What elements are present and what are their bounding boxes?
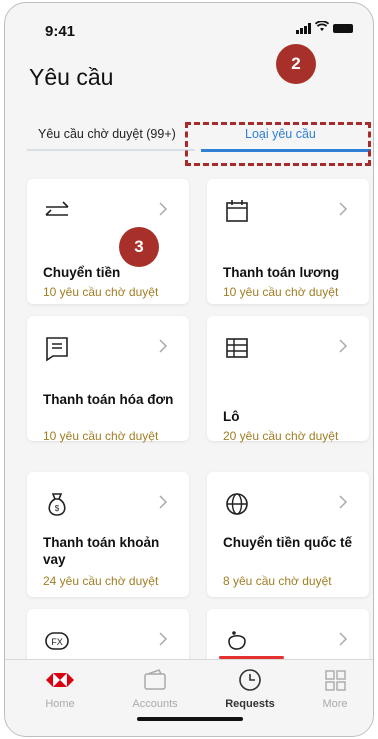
- wifi-icon: [314, 20, 330, 35]
- annotation-badge-3: 3: [119, 227, 159, 267]
- nav-more[interactable]: More: [300, 668, 370, 710]
- card-batch[interactable]: Lô 20 yêu cầu chờ duyệt: [207, 316, 369, 443]
- phone-frame: 9:41 Yêu cầu 2 Yêu cầu chờ duyệt (99+) L…: [4, 2, 374, 737]
- chevron-right-icon: [159, 339, 168, 353]
- annotation-dashed-box: [185, 122, 371, 166]
- nav-label: Accounts: [132, 698, 178, 710]
- globe-icon: [226, 493, 248, 515]
- card-title: Chuyển tiền quốc tế: [223, 535, 353, 550]
- chevron-right-icon: [339, 202, 348, 216]
- tab-underline: [27, 149, 195, 151]
- hsbc-logo-icon: [46, 673, 74, 687]
- card-transfer[interactable]: Chuyển tiền 10 yêu cầu chờ duyệt: [27, 179, 189, 304]
- annotation-badge-2: 2: [276, 44, 316, 84]
- tab-pending-requests[interactable]: Yêu cầu chờ duyệt (99+): [38, 127, 176, 141]
- card-title: Chuyển tiền: [43, 265, 121, 280]
- battery-icon: [333, 23, 353, 33]
- card-loan-payment[interactable]: $ Thanh toán khoản vay 24 yêu cầu chờ du…: [27, 472, 189, 597]
- nav-requests[interactable]: Requests: [215, 668, 285, 710]
- card-count: 8 yêu cầu chờ duyệt: [223, 574, 332, 588]
- card-count: 24 yêu cầu chờ duyệt: [43, 574, 159, 588]
- bottom-nav: Home Accounts Requests More: [5, 659, 373, 736]
- chevron-right-icon: [339, 495, 348, 509]
- status-bar: 9:41: [5, 3, 373, 53]
- nav-label: Home: [45, 698, 75, 710]
- page-title: Yêu cầu: [29, 64, 114, 90]
- fx-icon: FX: [45, 632, 69, 650]
- wallet-icon: [144, 669, 166, 690]
- card-count: 10 yêu cầu chờ duyệt: [43, 285, 159, 299]
- card-payroll[interactable]: Thanh toán lương 10 yêu cầu chờ duyệt: [207, 179, 369, 304]
- transfer-arrows-icon: [45, 201, 69, 216]
- grid-icon: [325, 670, 346, 691]
- chevron-right-icon: [339, 632, 348, 646]
- nav-accounts[interactable]: Accounts: [120, 668, 190, 710]
- card-international-transfer[interactable]: Chuyển tiền quốc tế 8 yêu cầu chờ duyệt: [207, 472, 369, 597]
- system-icons: [296, 20, 353, 35]
- card-count: 10 yêu cầu chờ duyệt: [43, 429, 159, 443]
- card-title: Lô: [223, 409, 240, 424]
- clock-icon: [239, 669, 261, 691]
- status-time: 9:41: [45, 23, 76, 40]
- chevron-right-icon: [159, 495, 168, 509]
- card-title: Thanh toán hóa đơn: [43, 392, 174, 407]
- bill-icon: [46, 337, 68, 362]
- money-bag-icon: $: [48, 493, 66, 516]
- svg-text:$: $: [55, 504, 60, 513]
- chevron-right-icon: [159, 632, 168, 646]
- piggy-bank-icon: [228, 631, 246, 650]
- home-indicator: [137, 717, 243, 721]
- nav-label: More: [322, 698, 348, 710]
- table-icon: [226, 338, 248, 358]
- card-bill-payment[interactable]: Thanh toán hóa đơn 10 yêu cầu chờ duyệt: [27, 316, 189, 443]
- nav-label: Requests: [225, 698, 275, 710]
- card-title: Thanh toán lương: [223, 265, 340, 280]
- chevron-right-icon: [159, 202, 168, 216]
- calendar-icon: [226, 200, 248, 222]
- svg-text:FX: FX: [51, 637, 63, 647]
- card-title: Thanh toán khoản vay: [43, 535, 160, 567]
- nav-home[interactable]: Home: [25, 668, 95, 710]
- chevron-right-icon: [339, 339, 348, 353]
- signal-icon: [296, 22, 311, 34]
- card-count: 20 yêu cầu chờ duyệt: [223, 429, 339, 443]
- card-count: 10 yêu cầu chờ duyệt: [223, 285, 339, 299]
